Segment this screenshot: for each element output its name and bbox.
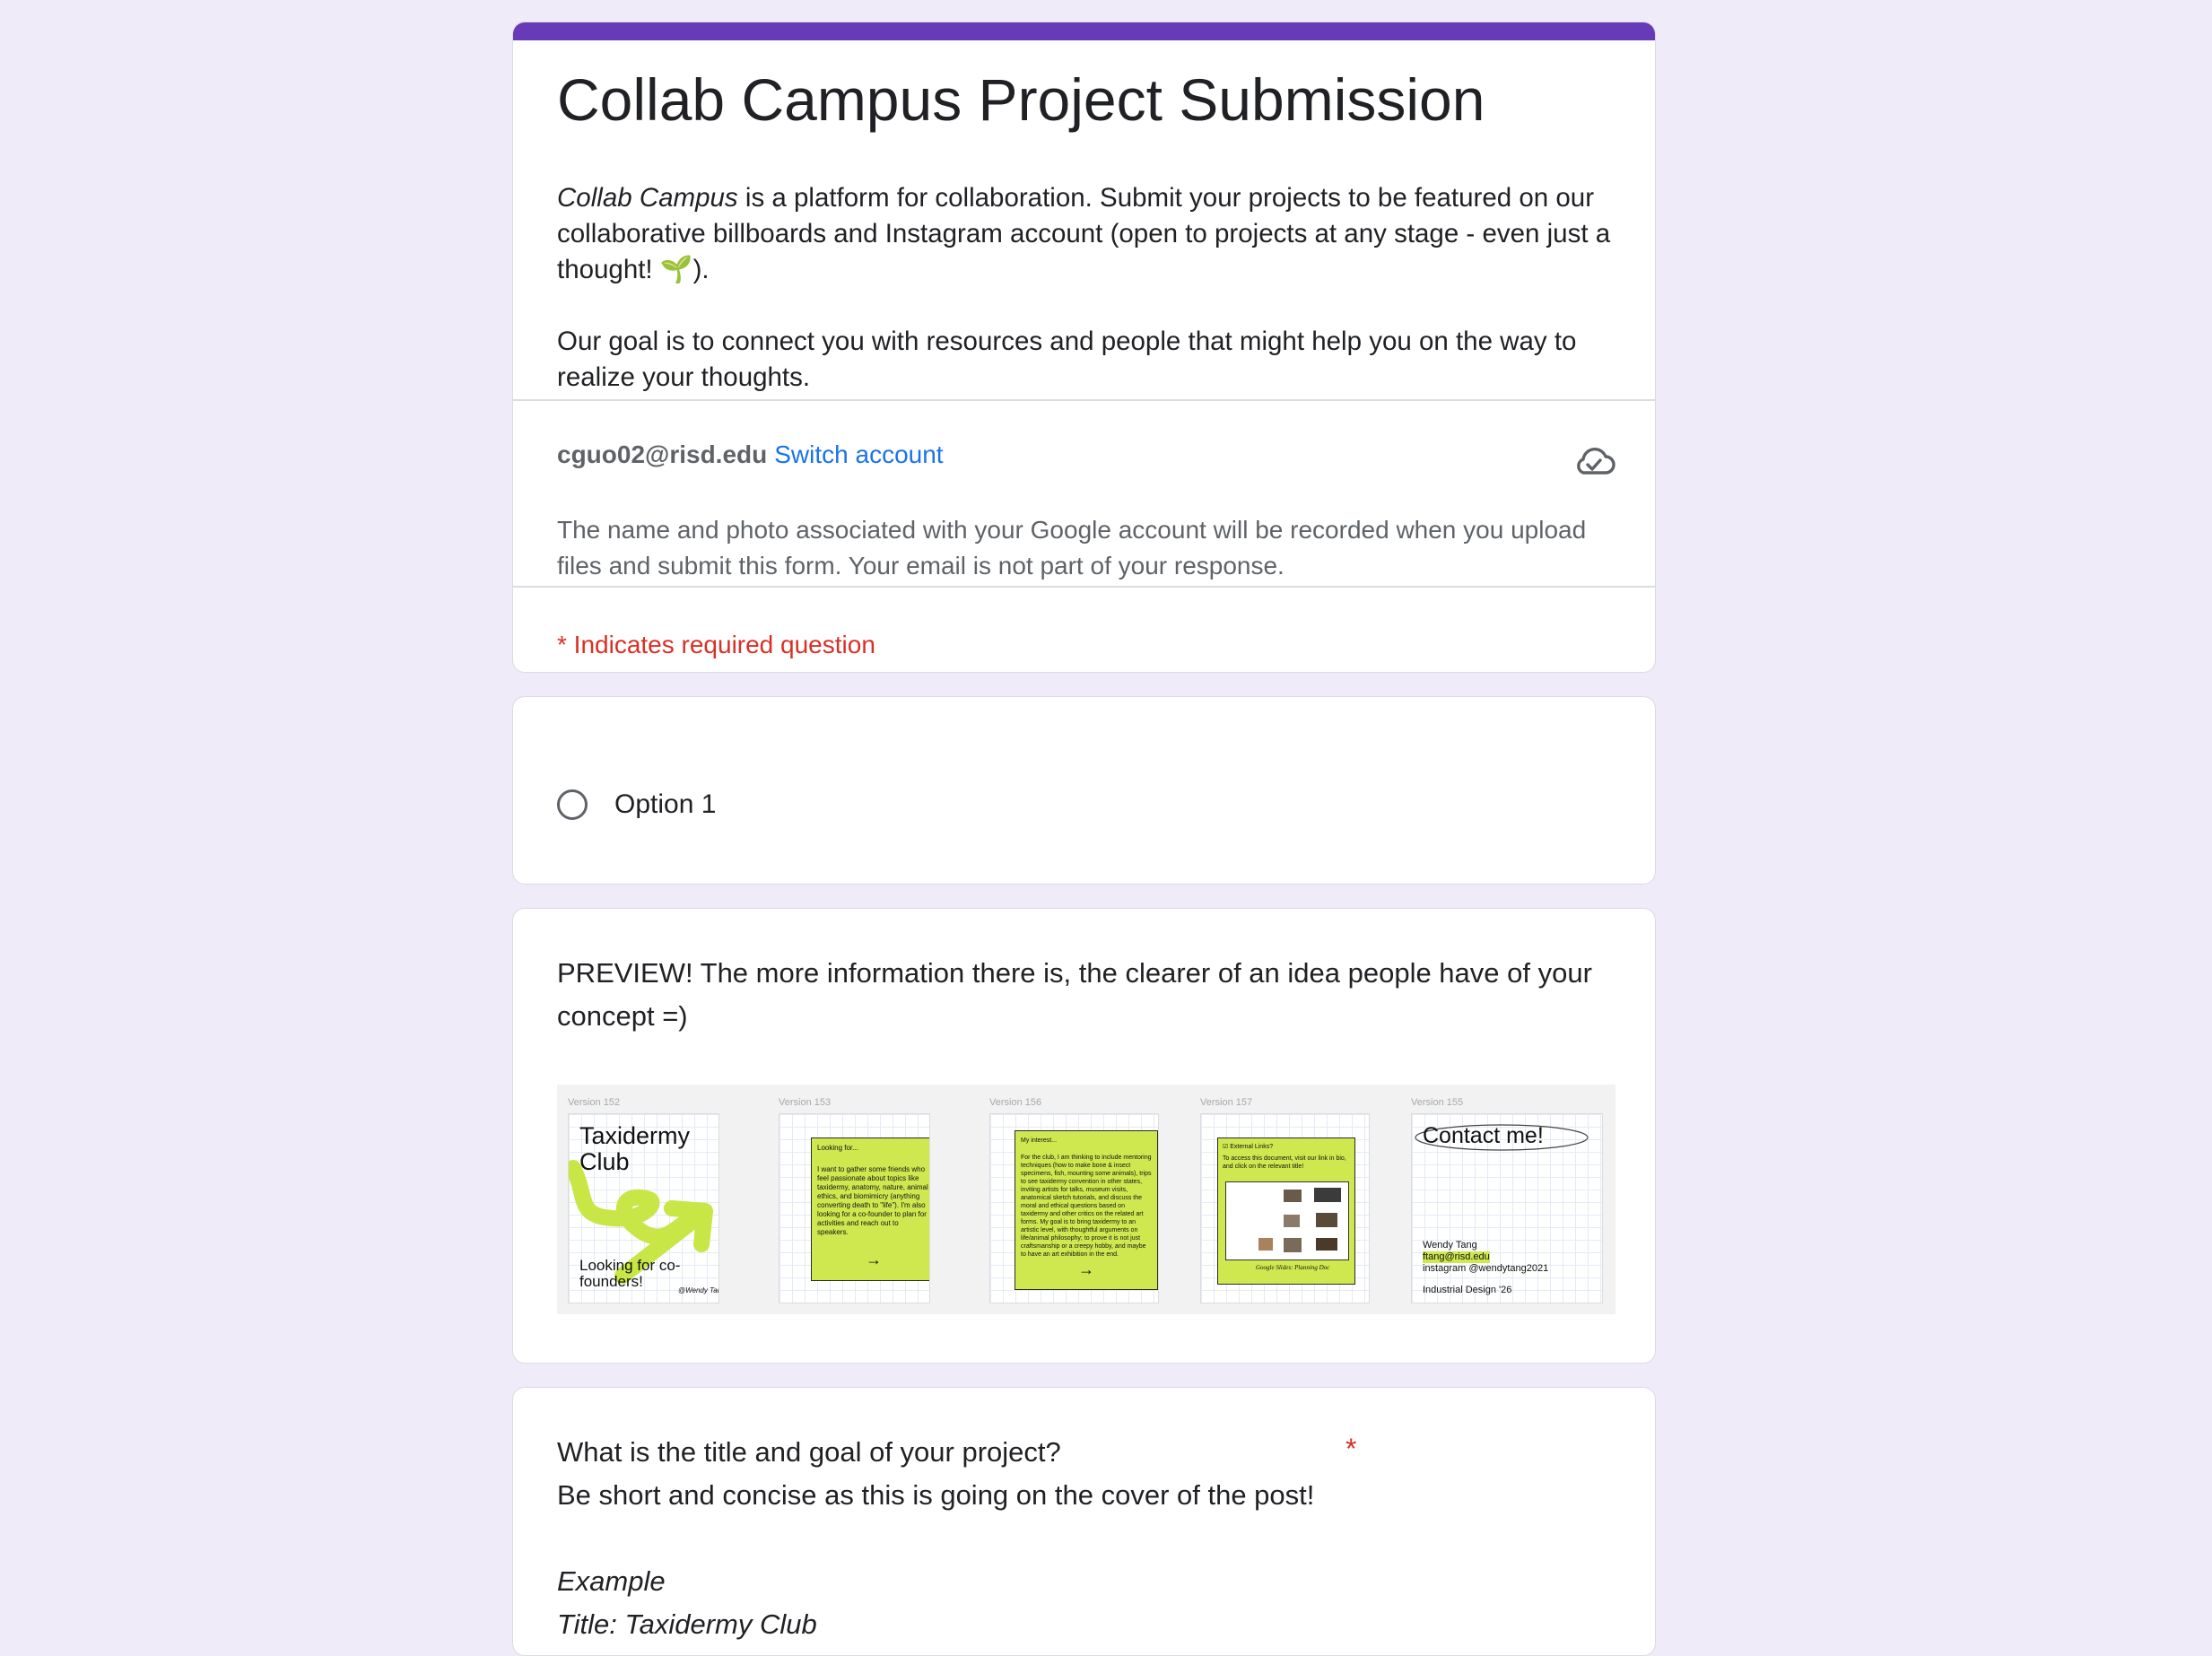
desc-close: ). (692, 255, 710, 284)
slide-version-label: Version 155 (1411, 1097, 1464, 1108)
slide-title: Taxidermy Club (579, 1122, 691, 1175)
sprout-emoji: 🌱 (659, 255, 693, 284)
option-card: Option 1 (512, 696, 1656, 885)
radio-button[interactable] (557, 789, 588, 820)
document-thumbnail (1225, 1181, 1349, 1260)
option-row[interactable]: Option 1 (557, 787, 716, 823)
slide-version-label: Version 157 (1200, 1097, 1253, 1108)
slide-lime-panel: Looking for... I want to gather some fri… (811, 1137, 929, 1281)
accent-bar (513, 22, 1655, 40)
option-label: Option 1 (614, 789, 717, 819)
contact-instagram: instagram @wendytang2021 (1423, 1263, 1549, 1274)
required-indicator: * Indicates required question (557, 631, 875, 658)
slide-heading: My interest... (1021, 1137, 1058, 1144)
preview-text: PREVIEW! The more information there is, … (557, 957, 1592, 1032)
slide-heading: Looking for... (817, 1144, 858, 1152)
slide-version-label: Version 156 (989, 1097, 1042, 1108)
required-asterisk: * (1345, 1433, 1357, 1465)
question-text: What is the title and goal of your proje… (557, 1431, 1624, 1646)
divider (513, 399, 1655, 401)
form-title: Collab Campus Project Submission (557, 66, 1485, 133)
contact-dept: Industrial Design '26 (1423, 1285, 1512, 1295)
form-description: Collab Campus is a platform for collabor… (557, 180, 1615, 396)
example-title: Title: Taxidermy Club (557, 1608, 817, 1640)
slide-body: To access this document, visit our link … (1223, 1155, 1346, 1170)
slide-caption: Google Slides: Planning Doc (1256, 1264, 1330, 1271)
question-title: What is the title and goal of your proje… (557, 1436, 1061, 1468)
slide-signature: @Wendy Tang (678, 1286, 718, 1294)
slide-body: I want to gather some friends who feel p… (817, 1165, 928, 1236)
slide-heading: ☑ External Links? (1223, 1144, 1274, 1150)
account-row: cguo02@risd.edu Switch account (557, 440, 944, 469)
preview-slide: Contact me! Wendy Tang ftang@risd.edu in… (1411, 1113, 1603, 1303)
checkbox-icon: ☑ (1223, 1144, 1231, 1150)
slide-lime-panel: ☑ External Links? To access this documen… (1217, 1137, 1355, 1285)
contact-email: ftang@risd.edu (1423, 1251, 1490, 1263)
desc-goal: Our goal is to connect you with resource… (557, 327, 1577, 392)
slide-title: Contact me! (1423, 1123, 1544, 1148)
slide-version-label: Version 153 (779, 1097, 832, 1108)
desc-brand: Collab Campus (557, 183, 738, 213)
preview-card: PREVIEW! The more information there is, … (512, 908, 1656, 1364)
preview-image-strip: Version 152 Taxidermy Club Looking for c… (557, 1085, 1615, 1314)
account-email: cguo02@risd.edu (557, 440, 768, 468)
switch-account-link[interactable]: Switch account (774, 440, 943, 468)
cloud-saved-icon (1577, 448, 1615, 475)
next-arrow: → (1078, 1260, 1094, 1278)
divider (513, 586, 1655, 588)
example-label: Example (557, 1565, 666, 1597)
form-header-card: Collab Campus Project Submission Collab … (512, 22, 1656, 673)
slide-lime-panel: My interest... For the club, I am thinki… (1015, 1130, 1158, 1290)
slide-version-label: Version 152 (568, 1097, 621, 1108)
next-arrow: → (866, 1251, 882, 1268)
question-hint: Be short and concise as this is going on… (557, 1479, 1315, 1511)
preview-slide: Looking for... I want to gather some fri… (779, 1113, 930, 1303)
preview-slide: ☑ External Links? To access this documen… (1200, 1113, 1370, 1303)
slide-subtitle: Looking for co-founders! (579, 1257, 681, 1290)
preview-slide: My interest... For the club, I am thinki… (989, 1113, 1159, 1303)
account-note: The name and photo associated with your … (557, 516, 1587, 580)
contact-name: Wendy Tang (1423, 1240, 1477, 1251)
preview-slide: Taxidermy Club Looking for co-founders! … (568, 1113, 719, 1303)
question-card: What is the title and goal of your proje… (512, 1387, 1656, 1656)
slide-body: For the club, I am thinking to include m… (1021, 1155, 1152, 1258)
